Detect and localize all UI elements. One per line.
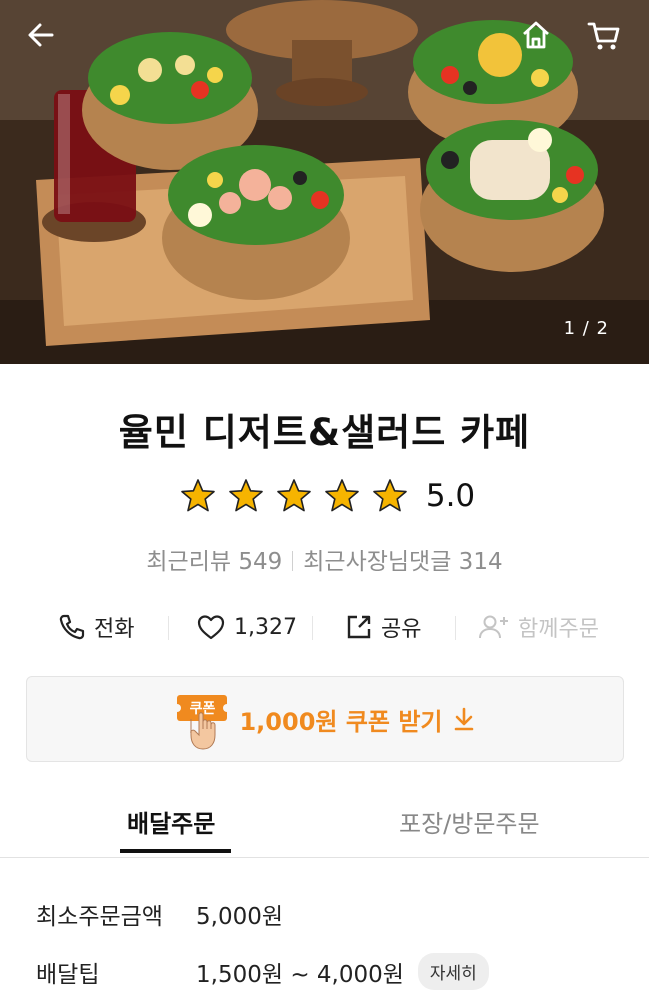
review-summary: 최근리뷰 549 최근사장님댓글 314 xyxy=(0,542,649,576)
home-button[interactable] xyxy=(513,12,559,58)
min-order-value: 5,000원 xyxy=(196,904,284,930)
active-tab-indicator xyxy=(120,849,231,853)
min-order-row: 최소주문금액 5,000원 xyxy=(36,897,283,931)
divider xyxy=(455,616,456,640)
group-order-button[interactable]: 함께주문 xyxy=(478,604,599,650)
action-row: 전화 1,327 공유 함께주문 xyxy=(0,604,649,650)
owner-replies-link[interactable]: 최근사장님댓글 314 xyxy=(303,549,502,575)
image-counter: 1 / 2 xyxy=(563,318,609,339)
call-label: 전화 xyxy=(94,617,135,642)
phone-icon xyxy=(59,614,85,640)
cart-icon xyxy=(587,22,620,50)
star-icon xyxy=(325,479,359,512)
add-person-icon xyxy=(479,615,508,639)
delivery-tip-detail-button[interactable]: 자세히 xyxy=(417,953,489,990)
download-arrow-icon xyxy=(454,707,473,731)
call-button[interactable]: 전화 xyxy=(58,604,134,650)
share-label: 공유 xyxy=(381,617,422,642)
heart-icon xyxy=(197,615,225,640)
delivery-tip-row: 배달팁 1,500원 ~ 4,000원 자세히 xyxy=(36,953,489,990)
order-type-tabs: 배달주문 포장/방문주문 xyxy=(0,796,649,858)
tab-pickup[interactable]: 포장/방문주문 xyxy=(399,804,540,839)
star-icon xyxy=(277,479,311,512)
recent-reviews-link[interactable]: 최근리뷰 549 xyxy=(146,549,282,575)
delivery-tip-value: 1,500원 ~ 4,000원 xyxy=(196,961,404,988)
star-icon xyxy=(373,479,407,512)
star-icon xyxy=(229,479,263,512)
rating: 5.0 xyxy=(0,478,649,514)
coupon-tag-text: 쿠폰 xyxy=(189,701,216,717)
like-button[interactable]: 1,327 xyxy=(196,604,297,650)
delivery-tip-key: 배달팁 xyxy=(36,961,100,988)
cart-button[interactable] xyxy=(581,12,627,58)
back-arrow-icon xyxy=(28,23,54,47)
coupon-download-button[interactable]: 쿠폰 1,000원 쿠폰 받기 xyxy=(26,676,624,762)
divider xyxy=(292,551,294,571)
share-icon xyxy=(347,615,371,639)
tab-delivery[interactable]: 배달주문 xyxy=(127,804,215,839)
home-icon xyxy=(523,21,549,49)
coupon-label: 1,000원 쿠폰 받기 xyxy=(239,707,443,736)
hero-image[interactable]: 1 / 2 xyxy=(0,0,649,364)
divider xyxy=(168,616,169,640)
rating-score: 5.0 xyxy=(425,478,476,514)
group-order-label: 함께주문 xyxy=(518,617,599,642)
back-button[interactable] xyxy=(18,12,64,58)
like-count: 1,327 xyxy=(234,614,297,640)
store-name: 율민 디저트&샐러드 카페 xyxy=(118,411,531,454)
min-order-key: 최소주문금액 xyxy=(36,904,163,930)
divider xyxy=(312,616,313,640)
coupon-hand-icon: 쿠폰 xyxy=(173,695,232,757)
star-icon xyxy=(181,479,215,512)
share-button[interactable]: 공유 xyxy=(345,604,421,650)
